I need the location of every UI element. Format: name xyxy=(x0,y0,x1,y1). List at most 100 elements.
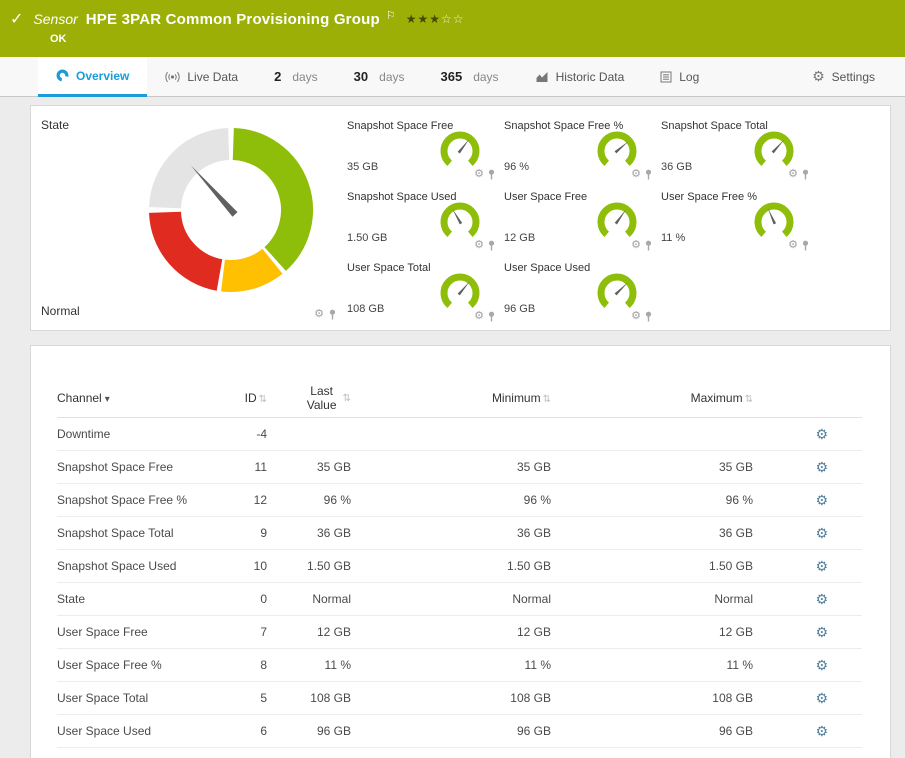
channel-gauge-grid: Snapshot Space Free 35 GB ⚙ Snapshot Spa… xyxy=(339,106,890,330)
cell-actions: ⚙ xyxy=(753,691,862,706)
status-badge: OK xyxy=(50,33,67,45)
column-label: Maximum xyxy=(690,391,743,405)
cell-id: 7 xyxy=(260,625,267,639)
cell-actions: ⚙ xyxy=(753,427,862,442)
page-title: HPE 3PAR Common Provisioning Group xyxy=(85,10,380,28)
column-header-id[interactable]: ID ⇅ xyxy=(227,391,267,405)
cell-channel-name: User Space Used xyxy=(57,724,152,738)
cell-minimum: 35 GB xyxy=(516,460,551,474)
cell-maximum: 35 GB xyxy=(718,460,753,474)
cell-minimum: 36 GB xyxy=(516,526,551,540)
gear-icon[interactable]: ⚙ xyxy=(474,240,484,251)
cell-channel-name: State xyxy=(57,592,86,606)
gauge-value: 96 GB xyxy=(504,303,536,315)
pin-icon[interactable] xyxy=(644,240,653,251)
cell-maximum: 36 GB xyxy=(718,526,753,540)
cell-id: 11 xyxy=(254,460,267,474)
pin-icon[interactable] xyxy=(644,169,653,180)
state-gauge-needle xyxy=(190,165,238,217)
pin-icon[interactable] xyxy=(487,311,496,322)
tab-live-data[interactable]: Live Data xyxy=(147,57,256,96)
cell-minimum: 96 GB xyxy=(516,724,551,738)
gauge-card: Snapshot Space Total 36 GB ⚙ xyxy=(661,118,818,189)
cell-channel-name: Snapshot Space Free xyxy=(57,460,174,474)
gear-icon[interactable]: ⚙ xyxy=(474,311,484,322)
gauge-card: User Space Free 12 GB ⚙ xyxy=(504,189,661,260)
cell-channel-name: User Space Free xyxy=(57,625,148,639)
overview-donut-icon xyxy=(56,69,69,82)
pin-icon[interactable] xyxy=(487,240,496,251)
sort-descending-icon: ▾ xyxy=(104,394,110,405)
cell-minimum: 1.50 GB xyxy=(506,559,551,573)
column-header-channel[interactable]: Channel ▾ xyxy=(57,391,227,405)
cell-id: 0 xyxy=(260,592,267,606)
channel-settings-gear-icon[interactable]: ⚙ xyxy=(815,723,828,739)
cell-minimum: 12 GB xyxy=(516,625,551,639)
cell-id: 5 xyxy=(260,691,267,705)
tab-2-days[interactable]: 2 days xyxy=(256,57,336,96)
gear-icon[interactable]: ⚙ xyxy=(788,169,798,180)
cell-actions: ⚙ xyxy=(753,592,862,607)
tab-days-unit: days xyxy=(292,69,318,84)
tab-historic-data[interactable]: Historic Data xyxy=(517,57,643,96)
state-gauge-card: State Normal ⚙ xyxy=(31,106,339,330)
channel-settings-gear-icon[interactable]: ⚙ xyxy=(815,459,828,475)
sort-icon: ⇅ xyxy=(542,394,551,405)
tab-30-days[interactable]: 30 days xyxy=(336,57,423,96)
cell-last-value: 36 GB xyxy=(316,526,351,540)
column-header-maximum[interactable]: Maximum ⇅ xyxy=(551,391,753,405)
pin-icon[interactable] xyxy=(487,169,496,180)
cell-last-value: 35 GB xyxy=(316,460,351,474)
tab-settings[interactable]: ⚙ Settings xyxy=(794,57,893,96)
status-check-icon: ✓ xyxy=(10,11,24,28)
cell-minimum: 11 % xyxy=(524,658,551,672)
cell-id: 12 xyxy=(253,493,267,507)
cell-id: 6 xyxy=(260,724,267,738)
cell-maximum: 1.50 GB xyxy=(708,559,753,573)
channel-settings-gear-icon[interactable]: ⚙ xyxy=(815,591,828,607)
gauge-value: 96 % xyxy=(504,161,530,173)
pin-icon[interactable] xyxy=(328,309,337,320)
pin-icon[interactable] xyxy=(801,169,810,180)
gear-icon[interactable]: ⚙ xyxy=(631,311,641,322)
gear-icon[interactable]: ⚙ xyxy=(631,240,641,251)
channel-settings-gear-icon[interactable]: ⚙ xyxy=(815,690,828,706)
object-kind-label: Sensor xyxy=(33,11,78,27)
gauge-card: User Space Used 96 GB ⚙ xyxy=(504,260,661,331)
gear-icon[interactable]: ⚙ xyxy=(631,169,641,180)
channel-settings-gear-icon[interactable]: ⚙ xyxy=(815,525,828,541)
table-row: User Space Free % 8 11 % 11 % 11 % ⚙ xyxy=(57,649,862,682)
pin-icon[interactable] xyxy=(801,240,810,251)
channel-table-header: Channel ▾ ID ⇅ Last Value ⇅ Minimum ⇅ Maximu… xyxy=(57,384,862,418)
tab-label: Overview xyxy=(76,68,130,83)
gear-icon[interactable]: ⚙ xyxy=(788,240,798,251)
cell-actions: ⚙ xyxy=(753,493,862,508)
channel-settings-gear-icon[interactable]: ⚙ xyxy=(815,558,828,574)
tab-365-days[interactable]: 365 days xyxy=(423,57,517,96)
tab-overview[interactable]: Overview xyxy=(38,57,148,97)
cell-last-value: 96 % xyxy=(323,493,351,507)
gear-icon[interactable]: ⚙ xyxy=(314,309,324,320)
stars-empty: ☆☆ xyxy=(440,12,465,26)
priority-stars[interactable]: ★★★☆☆ xyxy=(406,12,465,26)
tab-days-number: 30 xyxy=(353,69,369,84)
gear-icon[interactable]: ⚙ xyxy=(474,169,484,180)
tab-label: Settings xyxy=(831,69,875,84)
channel-settings-gear-icon[interactable]: ⚙ xyxy=(815,492,828,508)
channel-settings-gear-icon[interactable]: ⚙ xyxy=(815,624,828,640)
column-header-last-value[interactable]: Last Value ⇅ xyxy=(267,384,351,412)
tab-days-number: 365 xyxy=(440,69,463,84)
channel-settings-gear-icon[interactable]: ⚙ xyxy=(815,426,828,442)
cell-last-value: 11 % xyxy=(324,658,351,672)
gauge-needle xyxy=(771,139,785,154)
pin-icon[interactable] xyxy=(644,311,653,322)
column-header-minimum[interactable]: Minimum ⇅ xyxy=(351,391,551,405)
table-row: Downtime -4 ⚙ xyxy=(57,418,862,451)
cell-last-value: 108 GB xyxy=(310,691,351,705)
cell-actions: ⚙ xyxy=(753,658,862,673)
cell-channel-name: User Space Free % xyxy=(57,658,162,672)
channel-settings-gear-icon[interactable]: ⚙ xyxy=(815,657,828,673)
table-row: Snapshot Space Used 10 1.50 GB 1.50 GB 1… xyxy=(57,550,862,583)
tab-log[interactable]: Log xyxy=(642,57,717,96)
sort-icon: ⇅ xyxy=(744,394,753,405)
